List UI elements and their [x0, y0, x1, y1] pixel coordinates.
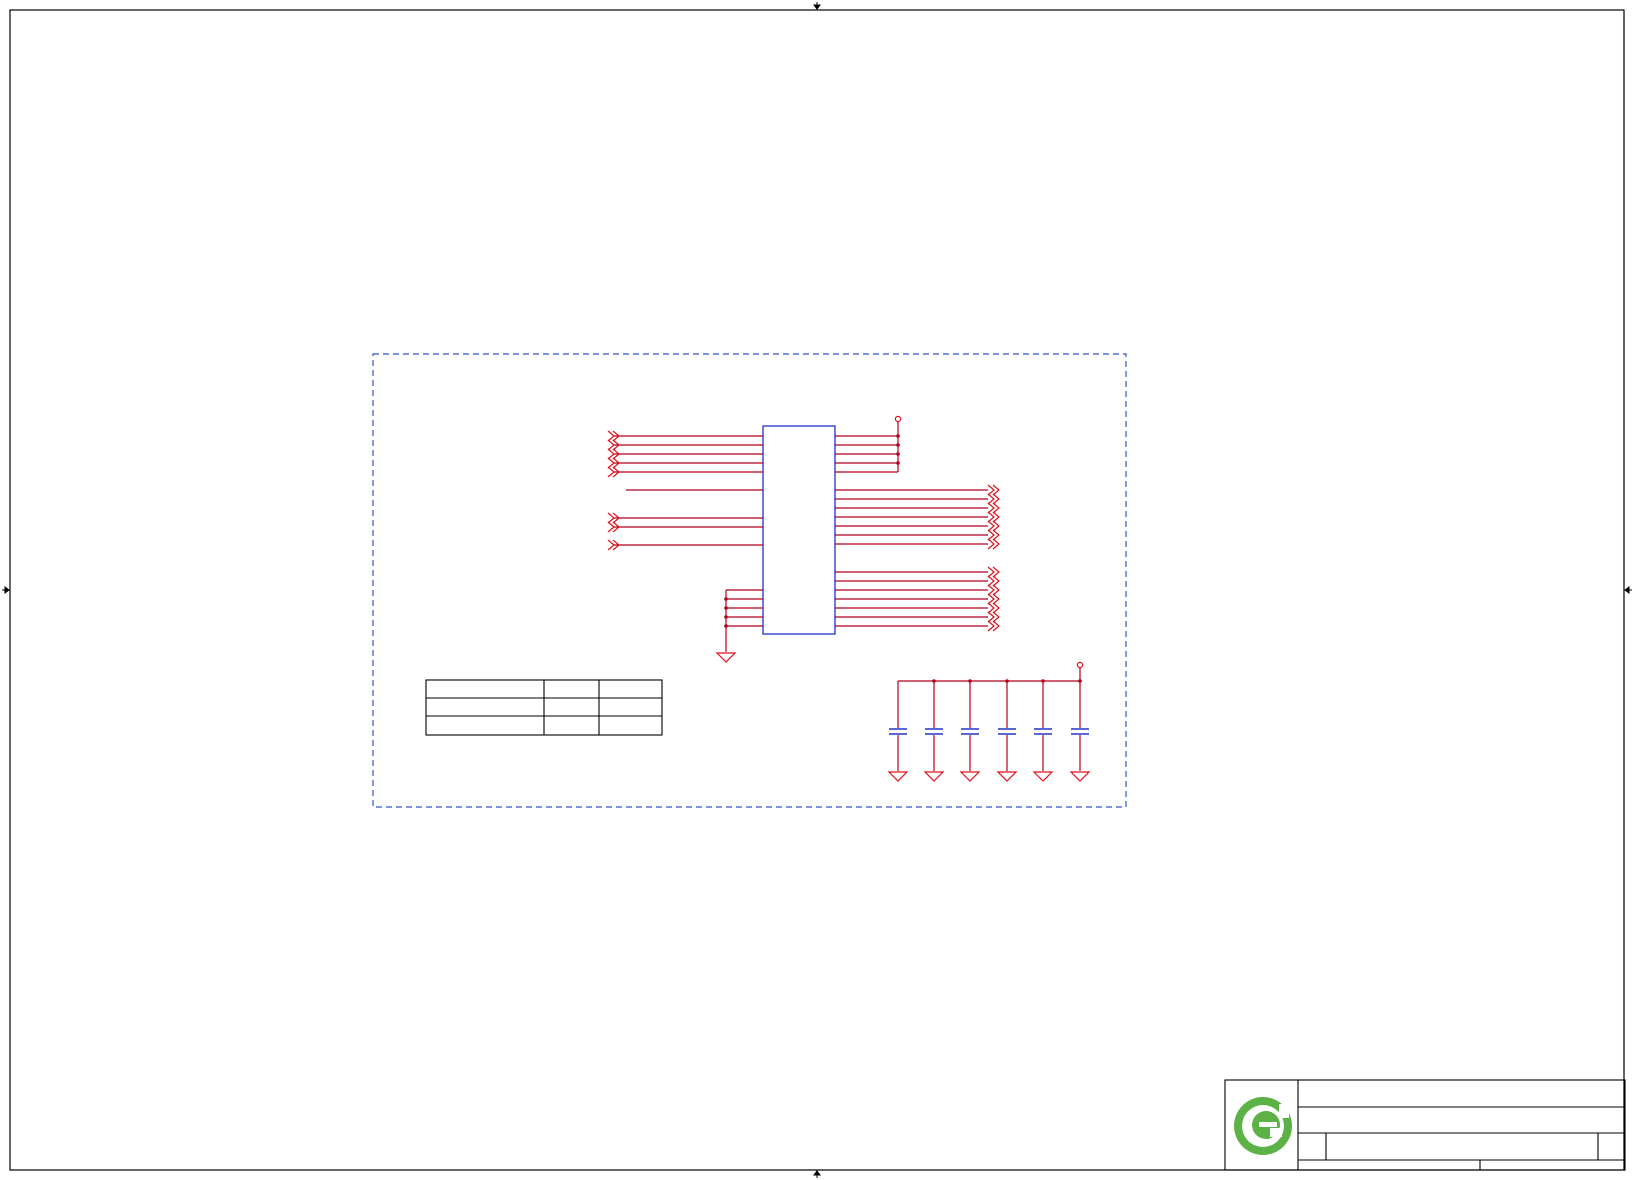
- power-pin-bus: [835, 422, 899, 473]
- capacitor-c6[interactable]: [1069, 681, 1091, 782]
- right-bus-a-connectors: [987, 484, 1000, 550]
- capacitor-c3[interactable]: [959, 681, 981, 782]
- capacitor-c5[interactable]: [1032, 681, 1054, 782]
- right-bus-b-nets: [835, 571, 988, 627]
- capacitor-c2[interactable]: [923, 681, 945, 782]
- capacitor-c4[interactable]: [996, 681, 1018, 782]
- ic-ground-symbol: [715, 652, 737, 663]
- ic-power-port: [894, 415, 902, 423]
- sheet-frame: [9, 9, 1625, 1171]
- schematic-sheet: [2, 2, 1632, 1178]
- company-logo-icon: [1234, 1097, 1292, 1155]
- pin-table: [425, 679, 663, 736]
- functional-group-border: [372, 353, 1127, 808]
- decoupling-power-port: [1076, 661, 1084, 669]
- left-signal-nets: [614, 435, 763, 546]
- ground-pin-bus: [725, 589, 763, 652]
- frame-center-markers: [2, 2, 1632, 1178]
- decoupling-rail: [898, 668, 1081, 682]
- capacitor-c1[interactable]: [887, 681, 909, 782]
- right-bus-a-nets: [835, 489, 988, 545]
- right-bus-b-connectors: [987, 566, 1000, 632]
- left-offpage-connectors: [607, 430, 620, 551]
- ic-component-body[interactable]: [762, 425, 836, 635]
